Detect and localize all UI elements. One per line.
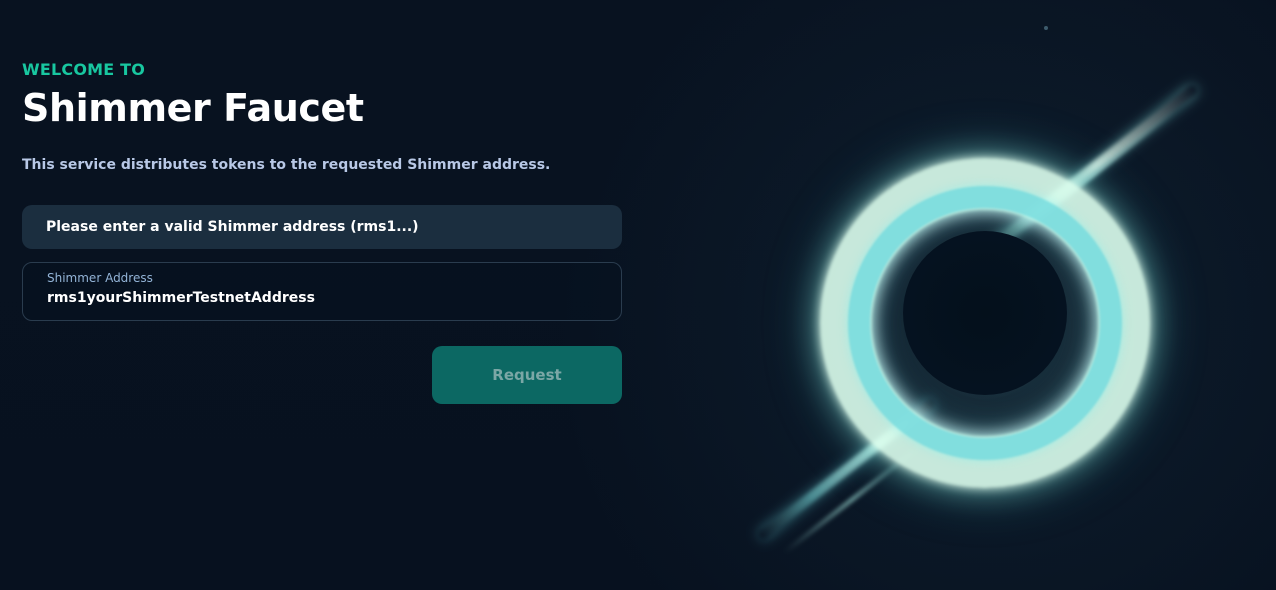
address-notice: Please enter a valid Shimmer address (rm… [22, 205, 622, 249]
address-field[interactable]: Shimmer Address [22, 262, 622, 321]
page-title: Shimmer Faucet [22, 86, 364, 130]
welcome-label: WELCOME TO [22, 60, 146, 79]
address-field-label: Shimmer Address [47, 271, 153, 285]
background-spark [1044, 26, 1048, 30]
black-hole-icon [756, 83, 1199, 554]
faucet-content: WELCOME TO Shimmer Faucet This service d… [22, 60, 622, 404]
address-input[interactable] [47, 290, 597, 306]
black-hole-core [903, 231, 1067, 395]
page-description: This service distributes tokens to the r… [22, 157, 551, 173]
request-button[interactable]: Request [432, 346, 622, 404]
faucet-page: WELCOME TO Shimmer Faucet This service d… [0, 0, 1276, 590]
